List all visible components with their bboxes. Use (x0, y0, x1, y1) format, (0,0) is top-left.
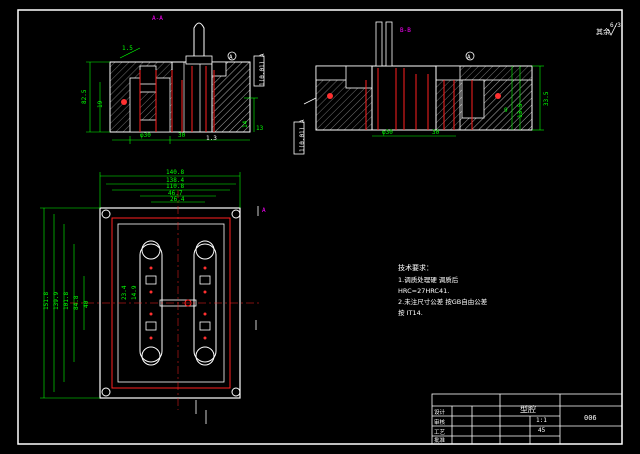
plan-hole-tr (231, 209, 241, 219)
left-dim-height: 82.5 (81, 89, 88, 104)
left-dim-bottom-a: φ30 (140, 132, 151, 139)
plan-dim-h3: 101.8 (63, 292, 70, 310)
plan-cut-a: A (262, 207, 266, 214)
left-dim-top: 1.5 (122, 45, 133, 52)
left-datum-label: A (229, 54, 233, 61)
right-sprue-2 (385, 21, 393, 67)
title-scale: 1:1 (536, 417, 547, 424)
right-datum-label: A (467, 54, 471, 61)
right-dim-a: 33.5 (543, 91, 550, 106)
right-leader (303, 97, 317, 105)
left-sprue-cap (185, 55, 213, 65)
tech-item-3: 2.未注尺寸公差 按GB自由公差 (398, 297, 488, 306)
title-drawing-name: 型腔 (520, 404, 536, 414)
left-red-marker (121, 99, 127, 105)
plan-hole-tl (101, 209, 111, 219)
plan-dim-h2: 139.9 (53, 292, 60, 310)
left-section-label: A-A (152, 15, 163, 22)
right-section-label: B-B (400, 27, 411, 34)
tech-item-2: HRC=27HRC41. (398, 287, 449, 295)
roughness-note-text: 其余 (596, 27, 610, 36)
title-material: 45 (538, 427, 546, 434)
left-pocket-1 (139, 65, 157, 85)
roughness-note: 其余 6.3 (596, 22, 621, 36)
title-row-3: 工艺 (434, 429, 446, 436)
plan-dim-h1: 151.8 (43, 292, 50, 310)
cad-drawing: 其余 6.3 A-A 1.5 82.5 19 φ30 30 14 13 1.3 … (17, 9, 623, 445)
left-pocket-2 (139, 91, 157, 121)
right-dim-bottom-a: φ30 (382, 129, 393, 136)
left-dim-bottom-c: 1.3 (206, 135, 217, 142)
title-row-2: 审核 (434, 418, 446, 426)
left-dim-bottom-b: 30 (178, 132, 186, 139)
right-tolerance-text: 1(0.01) A (299, 119, 306, 152)
plan-dim-w3: 110.8 (166, 183, 184, 190)
title-row-4: 批准 (434, 436, 446, 444)
right-red-marker-1 (327, 93, 333, 99)
tech-requirements: 技术要求： 1.调质处理硬 调质后 HRC=27HRC41. 2.未注尺寸公差 … (398, 263, 488, 317)
right-left-step (345, 65, 373, 89)
tech-item-4: 按 IT14. (398, 308, 423, 317)
right-dim-c: 9 (504, 107, 508, 114)
plan-dim-c1: 23.4 (121, 285, 128, 300)
plan-dim-h4: 84.8 (73, 295, 80, 310)
plan-hole-bl (101, 387, 111, 397)
plan-dim-w5: 26.4 (170, 196, 185, 203)
right-right-pocket (461, 79, 485, 119)
tech-item-1: 1.调质处理硬 调质后 (398, 275, 459, 284)
left-dim-inner: 19 (97, 100, 104, 108)
right-dim-b: 13.5 (517, 103, 524, 118)
tech-title: 技术要求： (398, 263, 433, 272)
plan-dim-c2: 14.9 (131, 285, 138, 300)
right-sprue-1 (375, 21, 383, 67)
title-row-1: 设计 (434, 408, 446, 416)
right-red-marker-2 (495, 93, 501, 99)
right-dim-bottom-b: 30 (432, 129, 440, 136)
plan-dim-h5: 40 (83, 300, 90, 308)
plan-dim-w1: 140.8 (166, 169, 184, 176)
left-dim-right-a: 14 (242, 120, 249, 128)
title-drawing-no: 006 (584, 414, 597, 422)
right-section-view: B-B 33.5 13.5 9 φ30 30 A 1(0.01) A (293, 21, 550, 155)
plan-view: 140.8 138.4 110.8 46.7 26.4 151.8 139.9 … (40, 169, 266, 424)
left-tolerance-text: 1(0.01) A (259, 53, 266, 86)
left-section-view: A-A 1.5 82.5 19 φ30 30 14 13 1.3 1(0.01)… (81, 15, 266, 144)
left-dim-right-b: 13 (256, 125, 264, 132)
plan-hole-br (231, 387, 241, 397)
